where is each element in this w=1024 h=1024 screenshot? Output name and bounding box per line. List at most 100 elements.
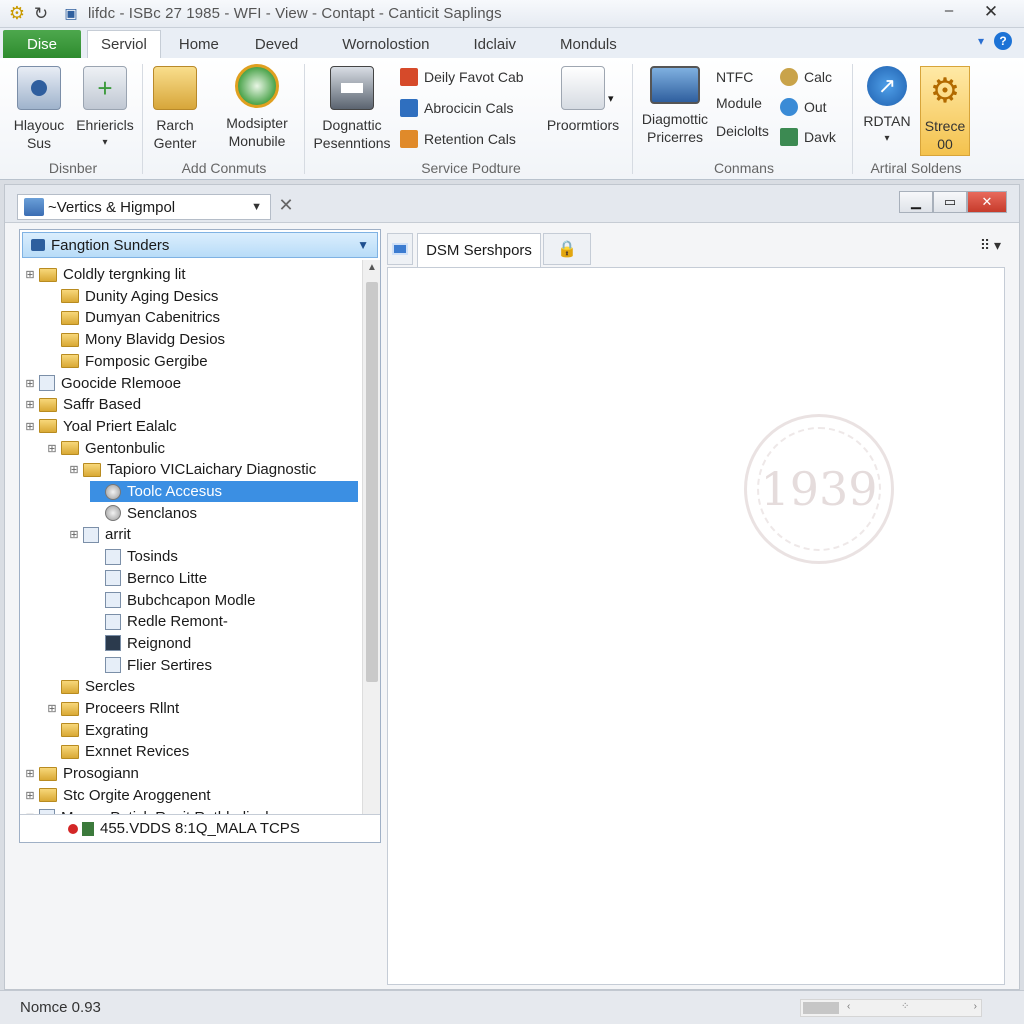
out-label: Out (804, 99, 827, 115)
expand-toggle-icon[interactable]: ⊞ (24, 377, 36, 390)
tab-deved[interactable]: Deved (237, 30, 316, 58)
tree-scrollbar[interactable]: ▲ ▼ (362, 260, 380, 840)
save-icon[interactable]: ▣ (62, 5, 80, 23)
tab-serviol[interactable]: Serviol (87, 30, 161, 58)
tree-item-label: Exnnet Revices (85, 743, 190, 761)
deily-favot-cab-button[interactable]: Deily Favot Cab (400, 66, 524, 88)
tree-item[interactable]: Tosinds (90, 546, 178, 567)
tab-monduls[interactable]: Monduls (534, 30, 635, 58)
tab-file[interactable]: Dise (3, 30, 81, 58)
chevron-down-icon[interactable]: ▼ (251, 201, 262, 213)
tree-item[interactable]: Bernco Litte (90, 568, 207, 589)
expand-toggle-icon[interactable]: ⊞ (24, 789, 36, 802)
tree-item[interactable]: Bubchcapon Modle (90, 590, 255, 611)
lock-icon[interactable]: 🔒 (543, 233, 591, 265)
window-title: lifdc - ISBc 27 1985 - WFI - View - Cont… (88, 5, 502, 22)
scroll-up-icon[interactable]: ▲ (363, 262, 381, 273)
retention-cals-button[interactable]: Retention Cals (400, 128, 516, 150)
proormtiors-dropdown-icon[interactable]: ▾ (608, 92, 614, 105)
tree-item[interactable]: Exgrating (46, 720, 148, 741)
diagmottic-button[interactable]: Diagmottic Pricerres (636, 66, 714, 146)
diagmottic-label: Diagmottic Pricerres (641, 111, 709, 145)
rarch-label: Rarch Genter (153, 117, 197, 151)
tree-item[interactable]: ⊞ Stc Orgite Aroggenent (24, 785, 210, 806)
tree-item[interactable]: ⊞ Proceers Rllnt (46, 698, 179, 719)
expand-toggle-icon[interactable]: ⊞ (24, 268, 36, 281)
view-selector-combo[interactable]: ~Vertics & Higmpol ▼ (17, 194, 271, 220)
dognattic-button[interactable]: Dognattic Pesenntions (308, 66, 396, 152)
out-button[interactable]: Out (780, 96, 827, 118)
expand-toggle-icon[interactable]: ⊞ (46, 442, 58, 455)
expand-toggle-icon[interactable]: ⊞ (24, 767, 36, 780)
refresh-icon[interactable]: ↻ (32, 4, 50, 23)
tree-item[interactable]: ⊞ Saffr Based (24, 394, 141, 415)
tree-item[interactable]: ⊞ Goocide Rlemooe (24, 373, 181, 394)
expand-toggle-icon[interactable]: ⊞ (68, 528, 80, 541)
minimize-button[interactable]: – (936, 2, 962, 24)
gear-icon[interactable]: ⚙ (8, 3, 26, 23)
horizontal-scrollbar[interactable]: ‹ ⁘ › (800, 999, 982, 1017)
expand-toggle-icon[interactable]: ⊞ (68, 463, 80, 476)
calc-button[interactable]: Calc (780, 66, 832, 88)
tree-item[interactable]: Flier Sertires (90, 655, 212, 676)
strece-button[interactable]: ⚙ Strece 00 (920, 66, 970, 156)
scroll-grip-icon[interactable]: ⁘ (901, 1001, 909, 1012)
tree-item[interactable]: ⊞ Coldly tergnking lit (24, 264, 185, 285)
mdi-restore-button[interactable]: ▭ (933, 191, 967, 213)
hlayouc-button[interactable]: Hlayouc Sus (6, 66, 72, 152)
hscroll-thumb[interactable] (803, 1002, 839, 1014)
rdtan-button[interactable]: ↗ RDTAN ▾ (856, 66, 918, 148)
tree-item[interactable]: Fomposic Gergibe (46, 351, 208, 372)
ntfc-button[interactable]: NTFC (716, 66, 753, 88)
ribbon-collapse-icon[interactable]: ▾ (978, 34, 984, 48)
scroll-thumb[interactable] (366, 282, 378, 682)
scroll-right-icon[interactable]: › (974, 1001, 977, 1012)
tab-menu-icon[interactable]: ⠿ ▾ (980, 237, 1001, 254)
tree-item[interactable]: Exnnet Revices (46, 741, 189, 762)
tree-item-label: Bubchcapon Modle (127, 591, 256, 609)
chevron-down-icon[interactable]: ▼ (357, 238, 369, 252)
scroll-left-icon[interactable]: ‹ (847, 1001, 850, 1012)
tree-item[interactable]: ⊞ Gentonbulic (46, 438, 165, 459)
monitor-icon (17, 66, 61, 110)
tree-header-label: Fangtion Sunders (51, 236, 170, 254)
chart-icon (400, 68, 418, 86)
close-button[interactable]: ✕ (978, 2, 1004, 24)
close-view-icon[interactable]: ✕ (273, 195, 299, 219)
tab-dsm-sershpors[interactable]: DSM Sershpors (417, 233, 541, 267)
tree-item[interactable]: Dunity Aging Desics (46, 286, 218, 307)
tree-item[interactable]: ⊞ Yoal Priert Ealalc (24, 416, 176, 437)
tree-header[interactable]: Fangtion Sunders ▼ (22, 232, 378, 258)
tree-item[interactable]: Toolc Accesus (90, 481, 358, 502)
module-button[interactable]: Module (716, 92, 762, 114)
tree-item[interactable]: Mony Blavidg Desios (46, 329, 225, 350)
expand-toggle-icon[interactable]: ⊞ (24, 420, 36, 433)
rarch-button[interactable]: Rarch Genter (146, 66, 204, 152)
tree-item[interactable]: Redle Remont- (90, 611, 228, 632)
tree-item[interactable]: Reignond (90, 633, 191, 654)
tree-item-label: Exgrating (85, 721, 149, 739)
davk-button[interactable]: Davk (780, 126, 836, 148)
document-view[interactable]: 1939 (387, 267, 1005, 985)
help-icon[interactable]: ? (994, 32, 1012, 50)
modsipter-button[interactable]: Modsipter Monubile (214, 64, 300, 150)
tab-home[interactable]: Home (161, 30, 237, 58)
tree-item[interactable]: Sercles (46, 676, 135, 697)
expand-toggle-icon[interactable]: ⊞ (46, 702, 58, 715)
tree-item[interactable]: Senclanos (90, 503, 197, 524)
tab-idclaiv[interactable]: Idclaiv (448, 30, 535, 58)
mdi-close-button[interactable]: ✕ (967, 191, 1007, 213)
tab-monitor-icon[interactable] (387, 233, 413, 265)
deiclolts-button[interactable]: Deiclolts (716, 120, 769, 142)
expand-toggle-icon[interactable]: ⊞ (24, 398, 36, 411)
tab-wornolostion[interactable]: Wornolostion (316, 30, 447, 58)
tree-item[interactable]: ⊞ Prosogiann (24, 763, 139, 784)
mdi-minimize-button[interactable]: ▁ (899, 191, 933, 213)
tree-item[interactable]: ⊞ Tapioro VICLaichary Diagnostic (68, 459, 316, 480)
tree-item[interactable]: ⊞ arrit (68, 524, 130, 545)
globe-icon (235, 64, 279, 108)
document-icon (105, 613, 121, 630)
tree-item[interactable]: Dumyan Cabenitrics (46, 307, 220, 328)
ehriericls-button[interactable]: + Ehriericls ▾ (72, 66, 138, 152)
abrocicin-cals-button[interactable]: Abrocicin Cals (400, 97, 513, 119)
